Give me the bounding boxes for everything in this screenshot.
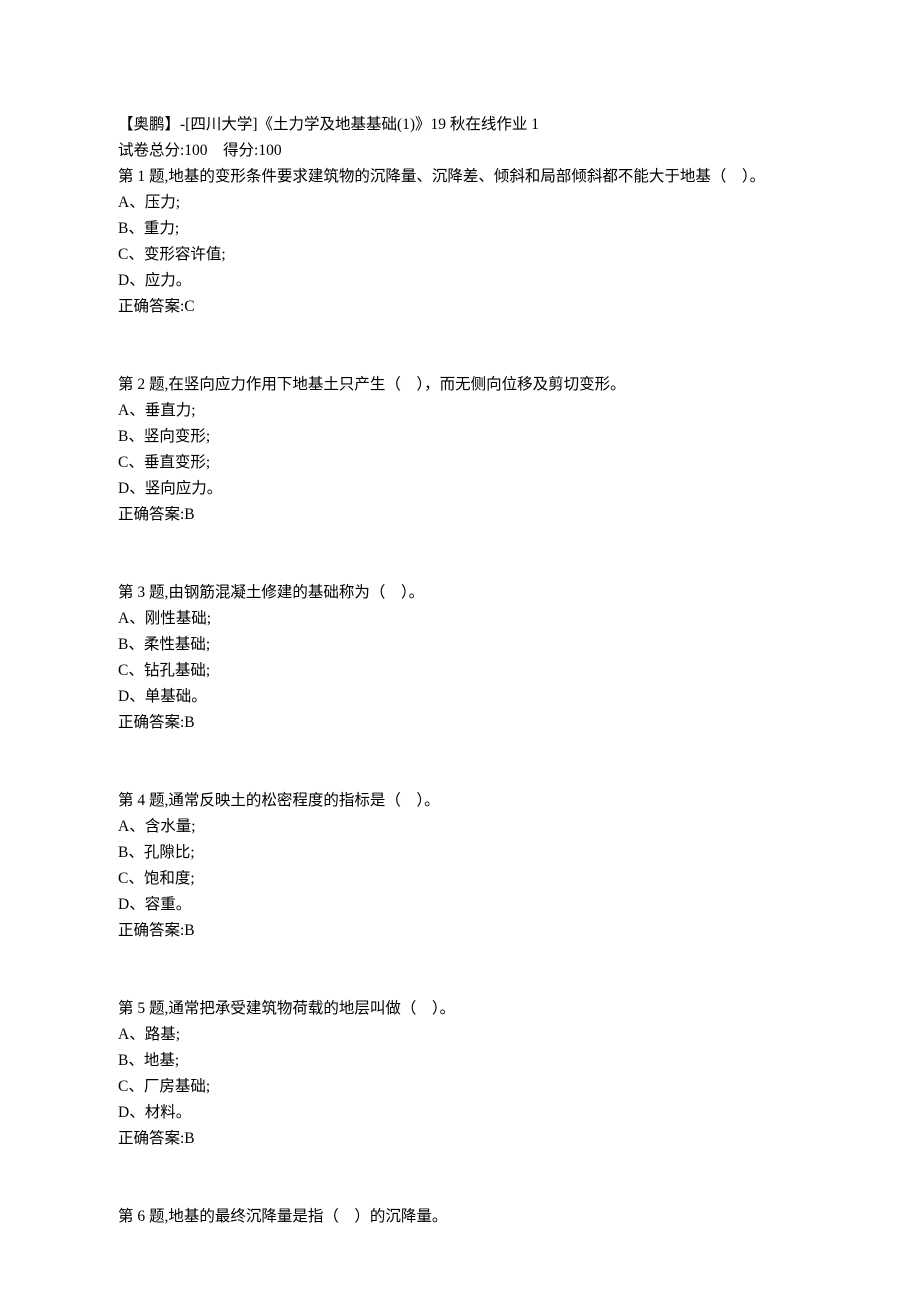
question-option: B、柔性基础; [118, 632, 802, 658]
question-option: B、地基; [118, 1048, 802, 1074]
question-option: C、变形容许值; [118, 242, 802, 268]
question-stem: 第 4 题,通常反映土的松密程度的指标是（ ）。 [118, 788, 802, 814]
question-option: B、重力; [118, 216, 802, 242]
question-block: 第 5 题,通常把承受建筑物荷载的地层叫做（ ）。A、路基;B、地基;C、厂房基… [118, 996, 802, 1152]
question-answer: 正确答案:B [118, 1126, 802, 1152]
question-option: D、材料。 [118, 1100, 802, 1126]
question-block: 第 2 题,在竖向应力作用下地基土只产生（ ），而无侧向位移及剪切变形。A、垂直… [118, 372, 802, 528]
question-option: C、饱和度; [118, 866, 802, 892]
question-option: B、竖向变形; [118, 424, 802, 450]
question-stem: 第 2 题,在竖向应力作用下地基土只产生（ ），而无侧向位移及剪切变形。 [118, 372, 802, 398]
question-option: C、垂直变形; [118, 450, 802, 476]
question-option: A、刚性基础; [118, 606, 802, 632]
question-option: D、容重。 [118, 892, 802, 918]
question-stem: 第 6 题,地基的最终沉降量是指（ ）的沉降量。 [118, 1204, 802, 1230]
question-block: 第 1 题,地基的变形条件要求建筑物的沉降量、沉降差、倾斜和局部倾斜都不能大于地… [118, 164, 802, 320]
question-option: A、含水量; [118, 814, 802, 840]
question-stem: 第 3 题,由钢筋混凝土修建的基础称为（ ）。 [118, 580, 802, 606]
question-option: D、单基础。 [118, 684, 802, 710]
question-block: 第 3 题,由钢筋混凝土修建的基础称为（ ）。A、刚性基础;B、柔性基础;C、钻… [118, 580, 802, 736]
question-answer: 正确答案:B [118, 918, 802, 944]
question-option: C、钻孔基础; [118, 658, 802, 684]
question-option: C、厂房基础; [118, 1074, 802, 1100]
question-stem: 第 1 题,地基的变形条件要求建筑物的沉降量、沉降差、倾斜和局部倾斜都不能大于地… [118, 164, 802, 190]
question-answer: 正确答案:B [118, 710, 802, 736]
question-option: A、垂直力; [118, 398, 802, 424]
question-answer: 正确答案:C [118, 294, 802, 320]
document-title: 【奥鹏】-[四川大学]《土力学及地基基础(1)》19 秋在线作业 1 [118, 112, 802, 138]
question-block: 第 4 题,通常反映土的松密程度的指标是（ ）。A、含水量;B、孔隙比;C、饱和… [118, 788, 802, 944]
question-stem: 第 5 题,通常把承受建筑物荷载的地层叫做（ ）。 [118, 996, 802, 1022]
question-option: A、路基; [118, 1022, 802, 1048]
document-page: 【奥鹏】-[四川大学]《土力学及地基基础(1)》19 秋在线作业 1 试卷总分:… [0, 0, 920, 1290]
question-option: A、压力; [118, 190, 802, 216]
question-option: B、孔隙比; [118, 840, 802, 866]
questions-container: 第 1 题,地基的变形条件要求建筑物的沉降量、沉降差、倾斜和局部倾斜都不能大于地… [118, 164, 802, 1230]
question-answer: 正确答案:B [118, 502, 802, 528]
question-option: D、竖向应力。 [118, 476, 802, 502]
score-line: 试卷总分:100 得分:100 [118, 138, 802, 164]
question-block: 第 6 题,地基的最终沉降量是指（ ）的沉降量。 [118, 1204, 802, 1230]
question-option: D、应力。 [118, 268, 802, 294]
